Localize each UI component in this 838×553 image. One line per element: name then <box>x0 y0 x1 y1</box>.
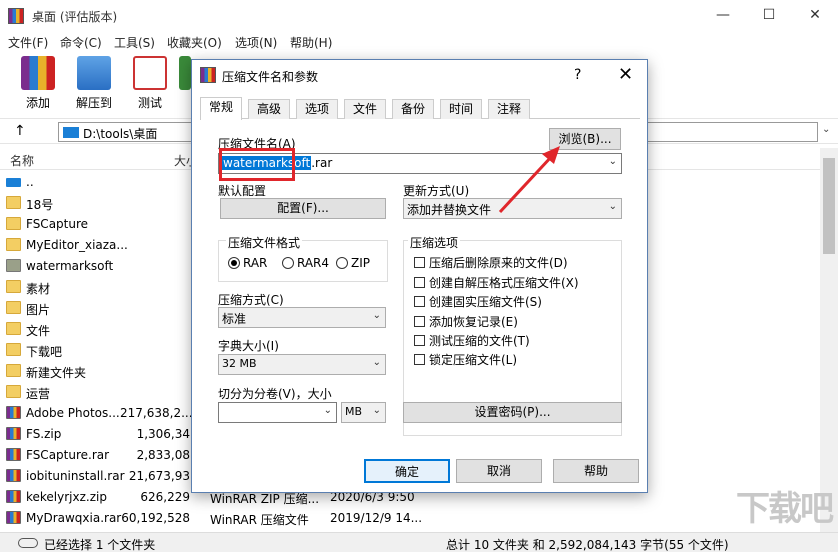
annotation-arrow <box>498 146 560 214</box>
